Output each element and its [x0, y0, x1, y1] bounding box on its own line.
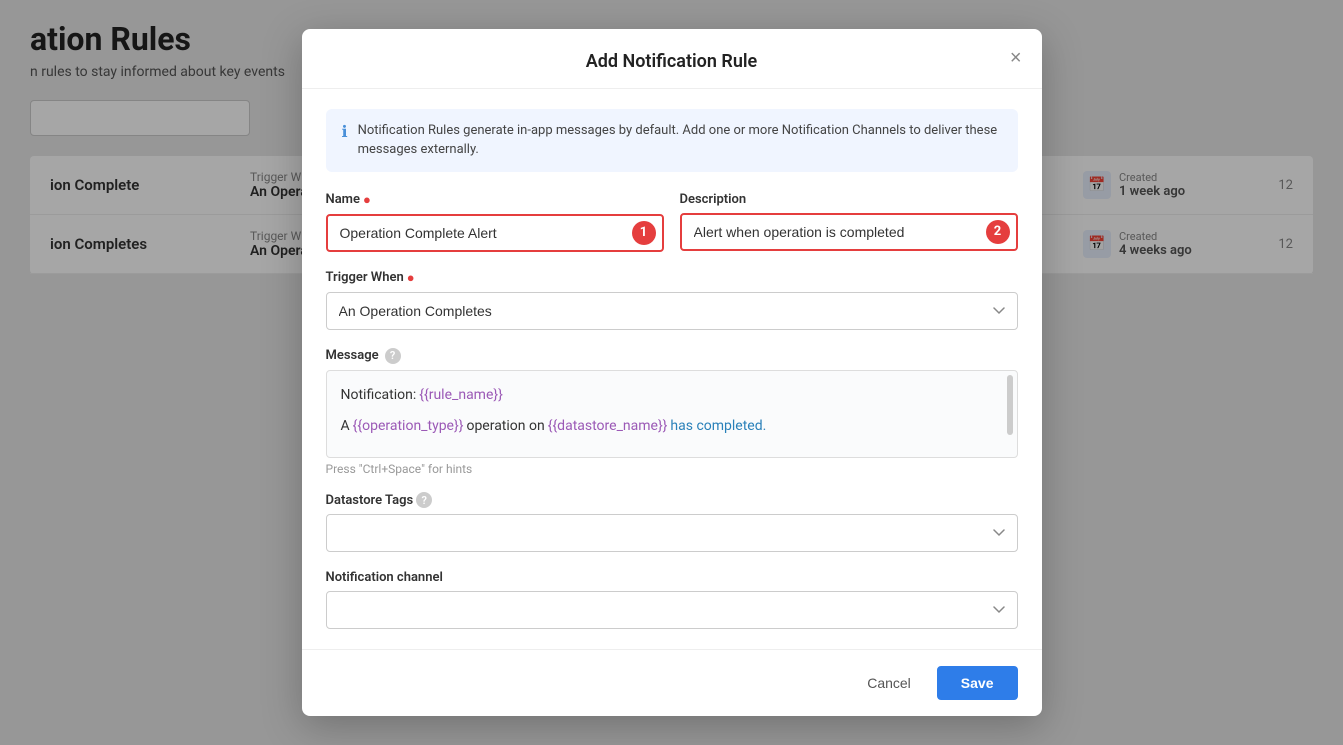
- description-label: Description: [680, 192, 1018, 207]
- save-button[interactable]: Save: [937, 666, 1018, 700]
- trigger-label: Trigger When ●: [326, 270, 1018, 286]
- close-button[interactable]: ×: [1010, 48, 1022, 68]
- scrollbar: [1007, 375, 1013, 435]
- notification-channel-select[interactable]: [326, 591, 1018, 629]
- trigger-field-group: Trigger When ● An Operation Completes: [326, 270, 1018, 330]
- name-description-row: Name ● 1 Description 2: [326, 192, 1018, 252]
- info-banner: ℹ Notification Rules generate in-app mes…: [326, 109, 1018, 172]
- datastore-tags-select[interactable]: [326, 514, 1018, 552]
- modal-title: Add Notification Rule: [586, 51, 757, 72]
- name-label: Name ●: [326, 192, 664, 208]
- description-field-group: Description 2: [680, 192, 1018, 252]
- modal-footer: Cancel Save: [302, 649, 1042, 716]
- message-hint: Press "Ctrl+Space" for hints: [326, 462, 1018, 476]
- required-star: ●: [363, 192, 371, 208]
- name-input-wrapper: 1: [326, 214, 664, 252]
- description-input-wrapper: 2: [680, 213, 1018, 251]
- modal-overlay: Add Notification Rule × ℹ Notification R…: [0, 0, 1343, 745]
- name-field-group: Name ● 1: [326, 192, 664, 252]
- message-line-2: A {{operation_type}} operation on {{data…: [341, 414, 1003, 439]
- message-editor[interactable]: Notification: {{rule_name}} A {{operatio…: [326, 370, 1018, 458]
- required-star: ●: [407, 270, 415, 286]
- notification-channel-field-group: Notification channel: [326, 570, 1018, 629]
- message-field-group: Message ? Notification: {{rule_name}} A …: [326, 348, 1018, 476]
- step-2-badge: 2: [986, 220, 1010, 244]
- datastore-tags-label: Datastore Tags ?: [326, 492, 1018, 508]
- info-icon: ℹ: [342, 122, 348, 141]
- message-line-1: Notification: {{rule_name}}: [341, 383, 1003, 408]
- modal-body: ℹ Notification Rules generate in-app mes…: [302, 89, 1042, 649]
- step-1-badge: 1: [632, 221, 656, 245]
- modal-header: Add Notification Rule ×: [302, 29, 1042, 89]
- description-input[interactable]: [680, 213, 1018, 251]
- info-banner-text: Notification Rules generate in-app messa…: [358, 121, 1002, 160]
- name-input[interactable]: [326, 214, 664, 252]
- help-icon[interactable]: ?: [416, 492, 432, 508]
- trigger-select[interactable]: An Operation Completes: [326, 292, 1018, 330]
- add-notification-rule-modal: Add Notification Rule × ℹ Notification R…: [302, 29, 1042, 716]
- datastore-tags-field-group: Datastore Tags ?: [326, 492, 1018, 552]
- help-icon[interactable]: ?: [385, 348, 401, 364]
- notification-channel-label: Notification channel: [326, 570, 1018, 585]
- cancel-button[interactable]: Cancel: [851, 666, 927, 700]
- message-label: Message ?: [326, 348, 1018, 364]
